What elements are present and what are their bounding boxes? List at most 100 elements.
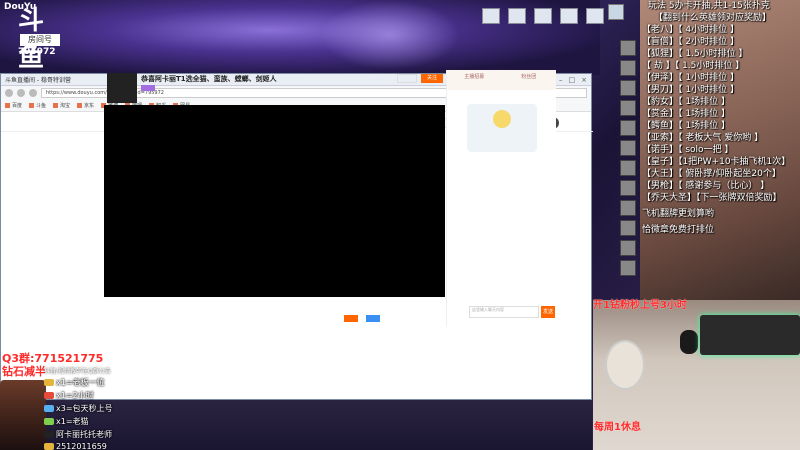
- mouse-device: [680, 330, 698, 354]
- wallpaper-glow: [320, 0, 460, 70]
- gift-text: x1=2小时: [56, 391, 94, 400]
- gift-button[interactable]: [344, 314, 358, 322]
- right-desktop-icons: [600, 4, 632, 24]
- gift-text: x1=老板一位: [56, 378, 105, 387]
- thumbnail: [620, 60, 636, 76]
- gift-icon: [44, 418, 54, 425]
- follow-button[interactable]: 关注: [421, 74, 443, 83]
- bookmark-icon: [5, 103, 10, 108]
- forward-icon[interactable]: [17, 89, 25, 97]
- left-stream-overlay: Q3群:771521775 钻石减半 抖音/视频教学在Q群公告 x1=老板一位 …: [0, 350, 140, 450]
- rule-row: 【大王】【 俯卧撑/仰卧起坐20个】: [642, 169, 781, 179]
- thumbnail: [620, 260, 636, 276]
- video-player[interactable]: [104, 105, 445, 297]
- bookmark-label: 京东: [84, 103, 95, 109]
- gift-icon: [44, 443, 54, 450]
- gift-header: 抖音/视频教学在Q群公告: [44, 368, 111, 375]
- snack-plate: [605, 340, 645, 390]
- rule-row: 【男枪】【 感谢参与（比心） 】: [642, 181, 770, 191]
- thumbnail: [620, 40, 636, 56]
- anchor-info: 恭喜阿卡丽T1选全猫、蛮族、螳螂、剑姬人 关注: [107, 73, 445, 105]
- back-icon[interactable]: [5, 89, 13, 97]
- desktop-icons: [480, 8, 606, 24]
- gift-list: 抖音/视频教学在Q群公告 x1=老板一位 x1=2小时 x3=包天秒上号 x1=…: [44, 366, 174, 450]
- rule-row: 【皇子】【1把PW+10卡抽飞机1次】: [642, 157, 791, 167]
- thumbnail: [620, 80, 636, 96]
- weekly-rest-text: 每周1休息: [594, 422, 641, 433]
- file-icon: [560, 8, 578, 24]
- bookmark-item[interactable]: 斗鱼: [29, 102, 46, 109]
- hero-portrait: [0, 380, 46, 450]
- file-icon: [482, 8, 500, 24]
- rules-note: 恰微章免费打排位: [642, 225, 715, 235]
- douyu-room-logo: DouYu 斗鱼 房间号 795972: [0, 0, 62, 73]
- rule-row: 【老八】【 4小时排位 】: [642, 25, 739, 35]
- app-icon[interactable]: [608, 4, 624, 20]
- tab-fans[interactable]: 粉丝团: [502, 70, 557, 90]
- chat-input[interactable]: 这里输入聊天内容: [469, 306, 539, 318]
- rule-row: 【盲僧】【 2小时排位 】: [642, 37, 739, 47]
- desktop-icon[interactable]: [480, 8, 502, 24]
- desktop-icon[interactable]: [558, 8, 580, 24]
- bookmark-icon: [29, 103, 35, 108]
- anchor-avatar[interactable]: [107, 73, 137, 103]
- gift-text: x1=老猫: [56, 417, 89, 426]
- recharge-button[interactable]: [366, 314, 380, 322]
- rule-row: 【 劫 】【 1.5小时排位 】: [642, 61, 745, 71]
- rule-row: 【狐狸】【 1.5小时排位 】: [642, 49, 748, 59]
- gift-text: x3=包天秒上号: [56, 404, 113, 413]
- desktop-icon[interactable]: [506, 8, 528, 24]
- bookmark-label: 百度: [12, 103, 23, 109]
- file-icon: [508, 8, 526, 24]
- chat-tabs: 主播招募 粉丝团: [447, 70, 556, 90]
- gift-icon: [44, 392, 54, 399]
- gift-text: 2512011659: [56, 442, 107, 450]
- file-icon: [534, 8, 552, 24]
- share-button[interactable]: [397, 74, 417, 83]
- bookmark-item[interactable]: 京东: [77, 102, 94, 109]
- chat-panel: 主播招募 粉丝团 这里输入聊天内容 发送: [446, 70, 556, 327]
- browser-tab[interactable]: 斗鱼直播间 - 稳哥特训营: [5, 75, 71, 84]
- rule-row: 【诺手】【 solo一把 】: [642, 145, 734, 155]
- gift-icon: [44, 405, 54, 412]
- thumbnail: [620, 120, 636, 136]
- gift-row: x3=包天秒上号: [44, 403, 174, 414]
- gift-row: x1=老猫: [44, 416, 174, 427]
- gift-row: x1=老板一位: [44, 377, 174, 388]
- tab-recruit[interactable]: 主播招募: [447, 70, 502, 90]
- rule-row: 【乔天大圣】【下一张牌双倍奖励】: [642, 193, 782, 203]
- rules-header: 玩法 5办卡开抽,共1-15张扑克: [648, 1, 770, 11]
- rules-note: 飞机翻牌更划算哟: [642, 209, 715, 219]
- room-title: 恭喜阿卡丽T1选全猫、蛮族、螳螂、剑姬人: [141, 75, 277, 83]
- send-button[interactable]: 发送: [541, 306, 555, 318]
- close-icon[interactable]: ×: [581, 76, 587, 84]
- rule-row: 【鳄鱼】【 1场排位 】: [642, 121, 730, 131]
- bookmark-item[interactable]: 百度: [5, 102, 22, 109]
- refresh-icon[interactable]: [29, 89, 37, 97]
- rule-row: 【豹女】【 1场排位 】: [642, 97, 730, 107]
- minimize-icon[interactable]: –: [559, 76, 563, 84]
- thumbnail: [620, 160, 636, 176]
- player-toolbar: [104, 312, 445, 324]
- room-number: 795972: [18, 47, 56, 57]
- desktop-icon[interactable]: [532, 8, 554, 24]
- bookmark-label: 斗鱼: [36, 103, 47, 109]
- rule-row: 【伊泽】【 1小时排位 】: [642, 73, 739, 83]
- window-controls: – □ ×: [559, 76, 587, 84]
- rule-row: 【男刀】【 1小时排位 】: [642, 85, 739, 95]
- rule-row: 【赏金】【 1场排位 】: [642, 109, 730, 119]
- gift-row: x1=2小时: [44, 390, 174, 401]
- diamond-text: 钻石减半: [2, 365, 46, 378]
- thumbnail: [620, 200, 636, 216]
- bookmark-label: 淘宝: [60, 103, 71, 109]
- mascot-image: [466, 104, 537, 152]
- maximize-icon[interactable]: □: [569, 76, 576, 84]
- thumbnail: [620, 220, 636, 236]
- thumbnail: [620, 180, 636, 196]
- gift-text: 阿卡丽托托老师: [56, 430, 112, 439]
- keyboard-device: [700, 315, 800, 355]
- promo-text: 开1钻粉秒上号3小时: [593, 300, 687, 311]
- gift-row: 阿卡丽托托老师: [44, 429, 174, 440]
- level-badge: [141, 85, 155, 91]
- bookmark-item[interactable]: 淘宝: [53, 102, 70, 109]
